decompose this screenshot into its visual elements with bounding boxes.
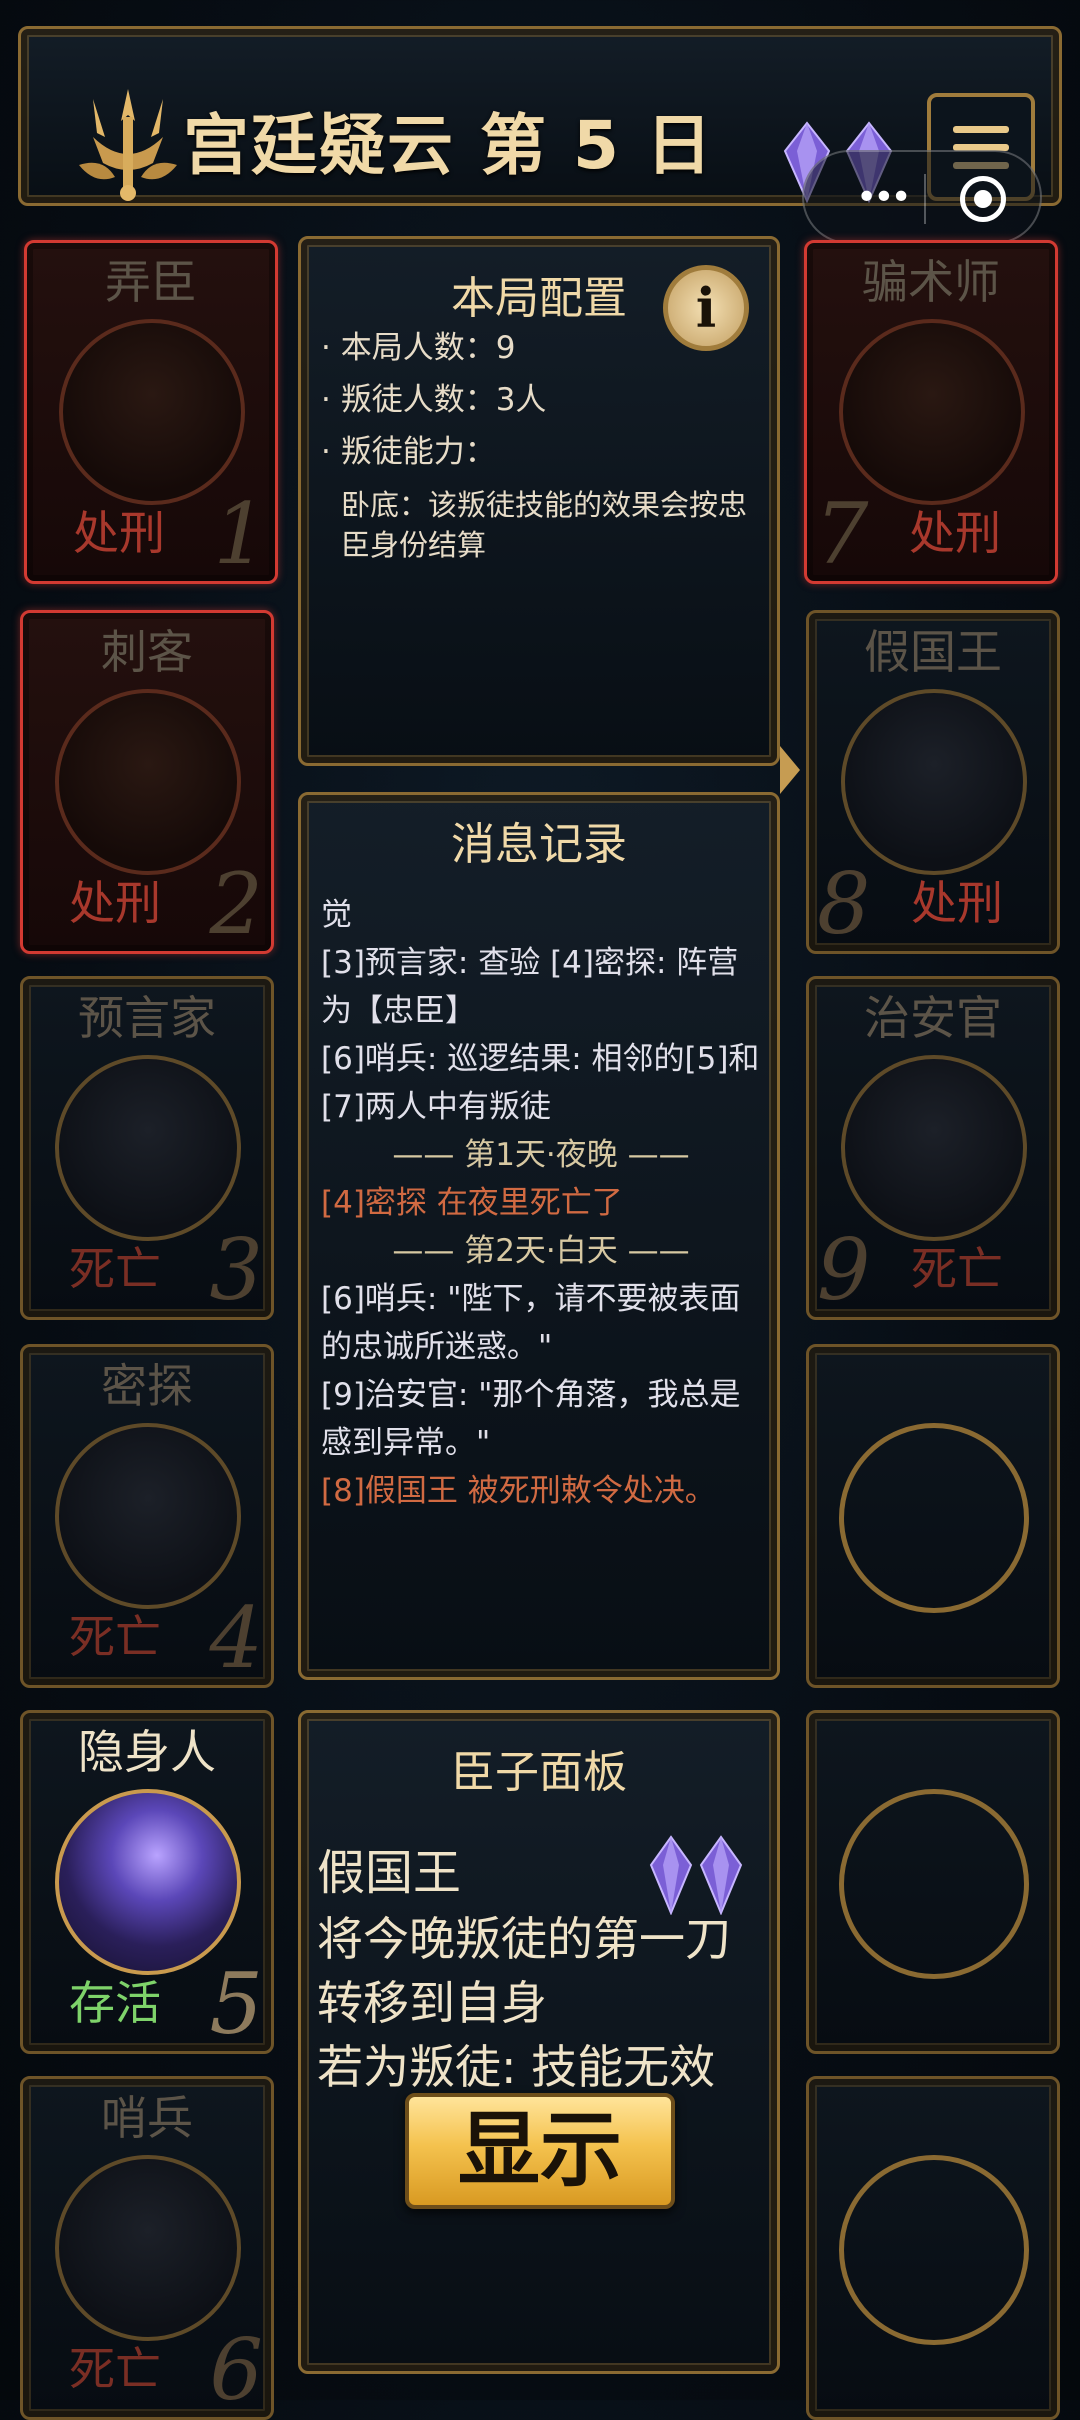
seat-number: 6 — [209, 2321, 263, 2419]
close-miniapp-icon[interactable] — [960, 176, 1006, 222]
player-status: 死亡 — [69, 1242, 161, 1296]
seat-number: 1 — [213, 485, 267, 583]
player-card-4[interactable]: 密探 死亡 4 — [20, 1344, 274, 1688]
seat-number: 4 — [209, 1589, 263, 1687]
log-day-separator: —— 第2天·白天 —— — [392, 1233, 690, 1269]
player-portrait — [55, 1789, 241, 1975]
player-card-6[interactable]: 哨兵 死亡 6 — [20, 2076, 274, 2420]
player-status: 死亡 — [69, 2342, 161, 2396]
log-day-separator: —— 第1天·夜晚 —— — [392, 1137, 690, 1173]
config-ability-desc: 卧底：该叛徒技能的效果会按忠臣身份结算 — [341, 488, 748, 562]
player-portrait — [841, 1055, 1027, 1241]
capsule-divider — [924, 174, 926, 224]
purple-gem-icon — [699, 1835, 743, 1915]
player-role: 治安官 — [864, 991, 1002, 1045]
player-role: 预言家 — [78, 991, 216, 1045]
empty-seat — [806, 2076, 1060, 2420]
config-traitor-count: · 叛徒人数：3人 — [321, 382, 547, 418]
log-title: 消息记录 — [451, 819, 627, 870]
log-entry: [3]预言家: 查验 [4]密探: 阵营为【忠臣】 — [321, 945, 739, 1029]
player-status: 死亡 — [911, 1242, 1003, 1296]
player-card-5[interactable]: 隐身人 存活 5 — [20, 1710, 274, 2054]
player-status: 处刑 — [69, 876, 161, 930]
log-entry: [9]治安官: "那个角落，我总是感到异常。" — [321, 1377, 741, 1461]
player-portrait — [839, 319, 1025, 505]
empty-seat-ring — [839, 1423, 1029, 1613]
log-entry: 觉 — [321, 897, 352, 933]
player-portrait — [55, 689, 241, 875]
player-card-3[interactable]: 预言家 死亡 3 — [20, 976, 274, 1320]
message-log-panel: 消息记录 觉 [3]预言家: 查验 [4]密探: 阵营为【忠臣】 [6]哨兵: … — [298, 792, 780, 1680]
log-entry: [6]哨兵: "陛下，请不要被表面的忠诚所迷惑。" — [321, 1281, 741, 1365]
player-status: 死亡 — [69, 1610, 161, 1664]
empty-seat — [806, 1710, 1060, 2054]
empty-seat-ring — [839, 2155, 1029, 2345]
player-role: 假国王 — [864, 625, 1002, 679]
player-status: 处刑 — [909, 506, 1001, 560]
log-entry: [8]假国王 被死刑敕令处决。 — [321, 1473, 716, 1509]
purple-gem-icon — [649, 1835, 693, 1915]
seat-number: 2 — [209, 855, 263, 953]
player-role: 骗术师 — [862, 255, 1000, 309]
config-traitor-ability: · 叛徒能力： — [321, 434, 496, 470]
empty-seat-ring — [839, 1789, 1029, 1979]
minister-skill-note: 若为叛徒: 技能无效 — [317, 2040, 716, 2089]
player-card-7[interactable]: 骗术师 处刑 7 — [804, 240, 1058, 584]
game-config-panel: 本局配置 i · 本局人数：9 · 叛徒人数：3人 · 叛徒能力： 卧底：该叛徒… — [298, 236, 780, 766]
player-role: 哨兵 — [101, 2091, 193, 2145]
player-portrait — [55, 2155, 241, 2341]
miniapp-capsule: ••• — [802, 150, 1042, 244]
player-portrait — [841, 689, 1027, 875]
minister-panel: 臣子面板 假国王 将今晚叛徒的第一刀转移到自身 若为叛徒: 技能无效 显示 — [298, 1710, 780, 2374]
seat-number: 3 — [209, 1221, 263, 1319]
player-role: 刺客 — [101, 625, 193, 679]
collapse-arrow-icon[interactable] — [780, 746, 800, 794]
player-status: 处刑 — [73, 506, 165, 560]
player-card-8[interactable]: 假国王 处刑 8 — [806, 610, 1060, 954]
player-role: 密探 — [101, 1359, 193, 1413]
player-status: 处刑 — [911, 876, 1003, 930]
minister-role: 假国王 — [317, 1845, 462, 1901]
menu-line — [953, 125, 1009, 133]
player-portrait — [55, 1423, 241, 1609]
player-status: 存活 — [69, 1976, 161, 2030]
seat-number: 7 — [815, 485, 869, 583]
info-icon[interactable]: i — [663, 265, 749, 351]
player-role: 弄臣 — [105, 255, 197, 309]
log-entry: [6]哨兵: 巡逻结果: 相邻的[5]和[7]两人中有叛徒 — [321, 1041, 760, 1125]
trident-crown-icon — [79, 89, 177, 201]
player-portrait — [59, 319, 245, 505]
player-card-1[interactable]: 弄臣 处刑 1 — [24, 240, 278, 584]
show-button[interactable]: 显示 — [405, 2093, 675, 2209]
player-card-9[interactable]: 治安官 死亡 9 — [806, 976, 1060, 1320]
log-entry: [4]密探 在夜里死亡了 — [321, 1185, 623, 1221]
config-player-count: · 本局人数：9 — [321, 330, 516, 366]
player-role: 隐身人 — [78, 1725, 216, 1779]
page-title: 宫廷疑云 第 5 日 — [183, 107, 714, 184]
log-list: 觉 [3]预言家: 查验 [4]密探: 阵营为【忠臣】 [6]哨兵: 巡逻结果:… — [321, 891, 761, 1515]
minister-panel-title: 臣子面板 — [451, 1747, 627, 1798]
seat-number: 5 — [209, 1955, 263, 2053]
more-options-icon[interactable]: ••• — [856, 180, 912, 216]
player-card-2[interactable]: 刺客 处刑 2 — [20, 610, 274, 954]
empty-seat — [806, 1344, 1060, 1688]
seat-number: 9 — [817, 1221, 871, 1319]
minister-skill-desc: 将今晚叛徒的第一刀转移到自身 — [317, 1912, 731, 2030]
player-portrait — [55, 1055, 241, 1241]
seat-number: 8 — [817, 855, 871, 953]
